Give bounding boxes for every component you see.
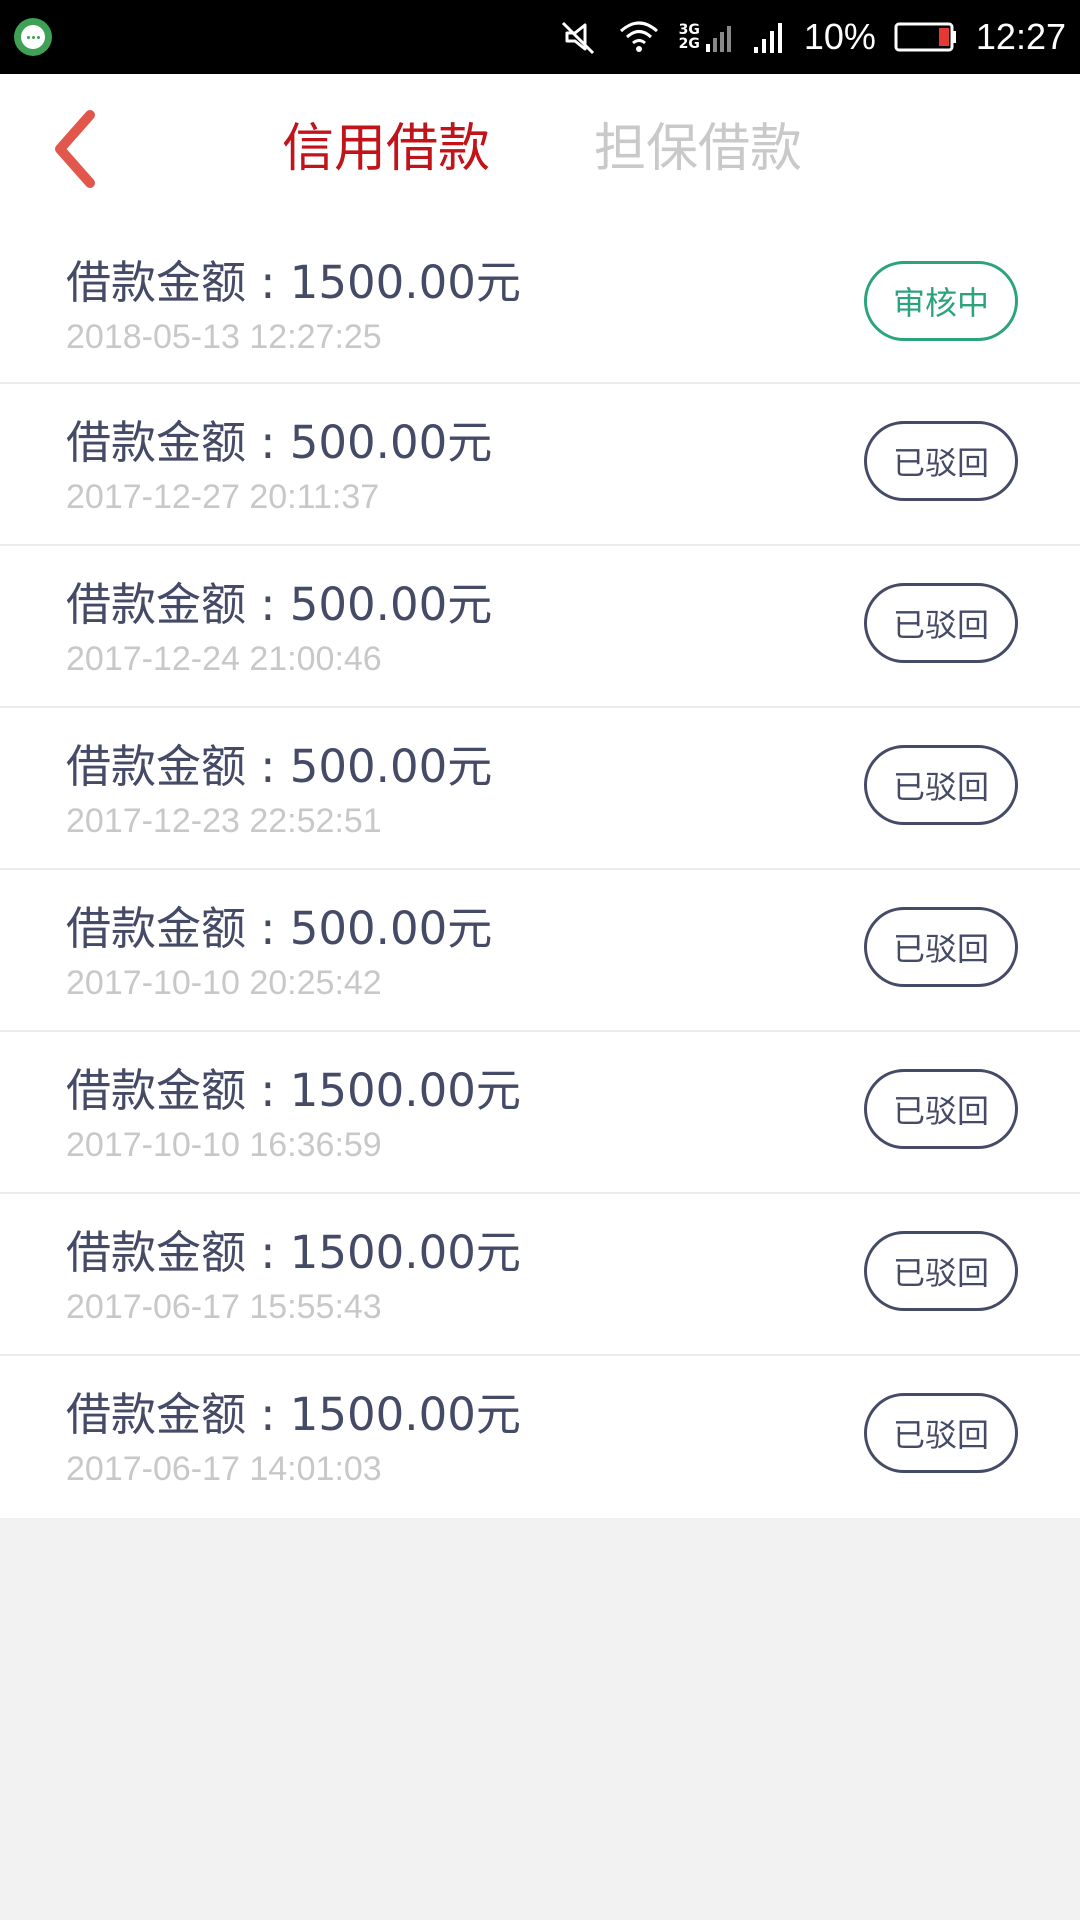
loan-amount: 借款金额 : 500.00元	[66, 578, 493, 631]
status-badge-rejected[interactable]: 已驳回	[864, 1393, 1018, 1473]
loan-row[interactable]: 借款金额 : 1500.00元 2017-06-17 14:01:03 已驳回	[0, 1356, 1080, 1518]
loan-date: 2017-10-10 16:36:59	[66, 1126, 382, 1164]
cell-signal-icon	[753, 23, 782, 53]
mobile-signal-icon: 3G 2G	[679, 20, 734, 54]
battery-icon	[894, 22, 956, 52]
loan-row[interactable]: 借款金额 : 500.00元 2017-12-27 20:11:37 已驳回	[0, 384, 1080, 546]
loan-row[interactable]: 借款金额 : 1500.00元 2017-06-17 15:55:43 已驳回	[0, 1194, 1080, 1356]
loan-date: 2017-10-10 20:25:42	[66, 964, 382, 1002]
loan-amount: 借款金额 : 500.00元	[66, 740, 493, 793]
status-badge-rejected[interactable]: 已驳回	[864, 583, 1018, 663]
clock: 12:27	[975, 16, 1066, 57]
loan-row[interactable]: 借款金额 : 500.00元 2017-12-24 21:00:46 已驳回	[0, 546, 1080, 708]
loan-amount: 借款金额 : 500.00元	[66, 902, 493, 955]
loan-date: 2017-06-17 14:01:03	[66, 1450, 382, 1488]
status-badge-pending[interactable]: 审核中	[864, 261, 1018, 341]
mute-icon	[561, 21, 594, 55]
loan-amount: 借款金额 : 500.00元	[66, 416, 493, 469]
status-icons: 3G 2G 10% 12:27	[559, 0, 1066, 74]
status-bar: 3G 2G 10% 12:27	[0, 0, 1080, 74]
loan-date: 2017-12-24 21:00:46	[66, 640, 382, 678]
loan-date: 2017-12-27 20:11:37	[66, 478, 380, 516]
loan-amount: 借款金额 : 1500.00元	[66, 256, 521, 309]
wifi-icon	[619, 21, 658, 52]
loan-date: 2017-12-23 22:52:51	[66, 802, 382, 840]
loan-amount: 借款金额 : 1500.00元	[66, 1226, 521, 1279]
chevron-left-icon	[55, 110, 95, 188]
header: 信用借款 担保借款	[0, 74, 1080, 224]
status-badge-rejected[interactable]: 已驳回	[864, 745, 1018, 825]
battery-percent: 10%	[803, 16, 876, 57]
loan-amount: 借款金额 : 1500.00元	[66, 1388, 521, 1441]
network-bottom-label: 2G	[678, 36, 700, 52]
tab-credit-loan[interactable]: 信用借款	[282, 114, 490, 184]
loan-row[interactable]: 借款金额 : 1500.00元 2018-05-13 12:27:25 审核中	[0, 224, 1080, 384]
status-badge-rejected[interactable]: 已驳回	[864, 907, 1018, 987]
loan-row[interactable]: 借款金额 : 500.00元 2017-10-10 20:25:42 已驳回	[0, 870, 1080, 1032]
loan-list: 借款金额 : 1500.00元 2018-05-13 12:27:25 审核中 …	[0, 224, 1080, 1518]
status-badge-rejected[interactable]: 已驳回	[864, 1231, 1018, 1311]
network-top-label: 3G	[678, 22, 700, 38]
status-badge-rejected[interactable]: 已驳回	[864, 421, 1018, 501]
loan-row[interactable]: 借款金额 : 1500.00元 2017-10-10 16:36:59 已驳回	[0, 1032, 1080, 1194]
loan-date: 2018-05-13 12:27:25	[66, 318, 382, 356]
back-button[interactable]	[40, 104, 110, 194]
app-chat-icon	[14, 18, 52, 56]
loan-date: 2017-06-17 15:55:43	[66, 1288, 382, 1326]
status-badge-rejected[interactable]: 已驳回	[864, 1069, 1018, 1149]
loan-row[interactable]: 借款金额 : 500.00元 2017-12-23 22:52:51 已驳回	[0, 708, 1080, 870]
loan-amount: 借款金额 : 1500.00元	[66, 1064, 521, 1117]
tab-guarantee-loan[interactable]: 担保借款	[594, 114, 802, 184]
